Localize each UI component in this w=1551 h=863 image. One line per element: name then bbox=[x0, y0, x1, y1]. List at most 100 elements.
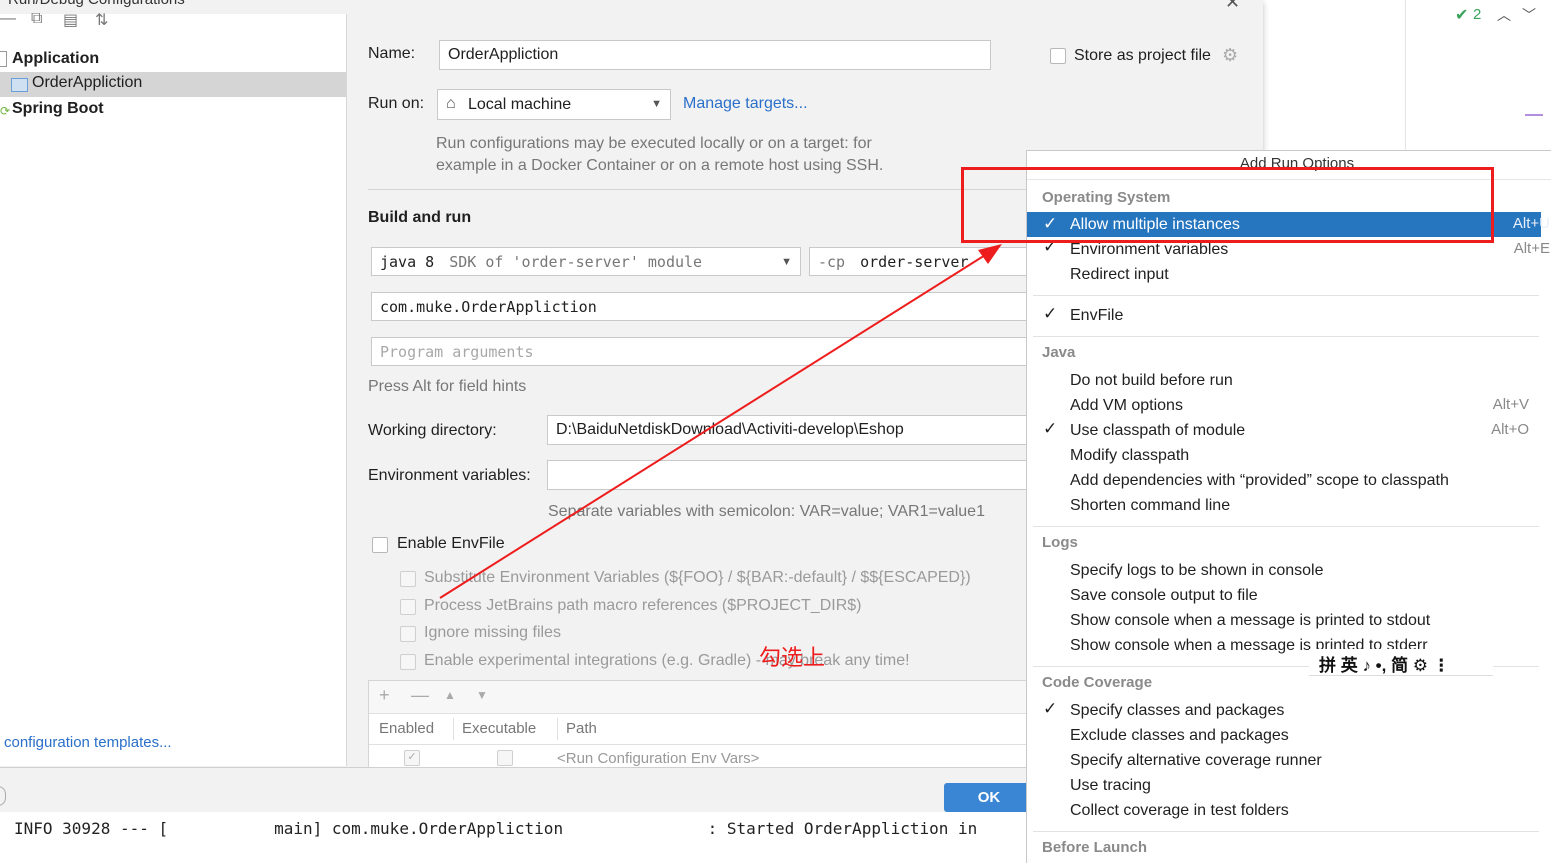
experimental-checkbox[interactable] bbox=[400, 654, 416, 670]
inspection-count: 2 bbox=[1473, 6, 1482, 23]
option-modify-classpath[interactable]: Modify classpath bbox=[1070, 443, 1189, 468]
option-use-classpath[interactable]: Use classpath of module bbox=[1070, 418, 1245, 443]
field-hints-text: Press Alt for field hints bbox=[368, 378, 527, 395]
check-icon: ✓ bbox=[1043, 699, 1058, 718]
option-shorten-command-line[interactable]: Shorten command line bbox=[1070, 493, 1230, 518]
build-and-run-heading: Build and run bbox=[368, 209, 472, 226]
enable-envfile-label: Enable EnvFile bbox=[397, 535, 505, 552]
remove-icon[interactable]: — bbox=[0, 10, 16, 28]
section-separator bbox=[1033, 336, 1539, 337]
manage-targets-link[interactable]: Manage targets... bbox=[683, 95, 808, 113]
tree-item-spring-boot[interactable]: Spring Boot bbox=[12, 97, 104, 121]
classpath-shortcut: Alt+O bbox=[1491, 421, 1529, 438]
section-logs: Logs bbox=[1042, 534, 1078, 551]
section-separator bbox=[1033, 831, 1539, 832]
highlight-box-annotation bbox=[961, 167, 1494, 243]
table-header: Enabled Executable Path bbox=[369, 713, 1049, 745]
cp-value: order-server bbox=[860, 253, 969, 271]
environment-variables-field[interactable] bbox=[547, 460, 1041, 490]
substitute-env-checkbox[interactable] bbox=[400, 571, 416, 587]
store-as-project-file-checkbox[interactable] bbox=[1050, 48, 1066, 64]
run-on-label: Run on: bbox=[368, 95, 425, 112]
classpath-select[interactable]: -cp order-server bbox=[809, 247, 1039, 276]
ok-button[interactable]: OK bbox=[944, 783, 1034, 812]
working-directory-field[interactable]: D:\BaiduNetdiskDownload\Activiti-develop… bbox=[547, 415, 1041, 445]
previous-highlight-icon[interactable]: ︿ bbox=[1497, 5, 1511, 25]
inspection-check-icon: ✔ bbox=[1455, 7, 1469, 24]
ignore-missing-checkbox[interactable] bbox=[400, 626, 416, 642]
option-use-tracing[interactable]: Use tracing bbox=[1070, 773, 1151, 798]
option-shortcut: Alt+E bbox=[1513, 240, 1550, 257]
enable-envfile-checkbox[interactable] bbox=[372, 537, 388, 553]
run-on-select[interactable]: ⌂ Local machine ▼ bbox=[437, 89, 671, 120]
chevron-down-icon: ▼ bbox=[651, 98, 662, 110]
option-shortcut: Alt+U bbox=[1512, 215, 1550, 232]
jdk-detail: SDK of 'order-server' module bbox=[449, 253, 703, 271]
section-divider bbox=[368, 189, 1048, 190]
gear-icon[interactable]: ⚙ bbox=[1222, 45, 1238, 66]
substitute-env-label: Substitute Environment Variables (${FOO}… bbox=[424, 569, 971, 586]
name-field[interactable]: OrderAppliction bbox=[439, 40, 991, 70]
name-label: Name: bbox=[368, 45, 416, 62]
move-up-icon[interactable]: ▲ bbox=[444, 688, 456, 702]
ignore-missing-label: Ignore missing files bbox=[424, 624, 561, 641]
program-arguments-field[interactable]: Program arguments bbox=[371, 337, 1041, 366]
configuration-tree-pane: — ⧉ ▤ ⇅ Application OrderAppliction ⟳ Sp… bbox=[0, 10, 347, 766]
column-path[interactable]: Path bbox=[566, 720, 597, 737]
move-down-icon[interactable]: ▼ bbox=[476, 688, 488, 702]
option-redirect-input[interactable]: Redirect input bbox=[1070, 262, 1169, 287]
tree-item-orderappliction-row[interactable]: OrderAppliction bbox=[0, 72, 346, 97]
path-macro-label: Process JetBrains path macro references … bbox=[424, 597, 862, 614]
column-executable[interactable]: Executable bbox=[462, 720, 536, 737]
option-specify-logs[interactable]: Specify logs to be shown in console bbox=[1070, 558, 1323, 583]
edit-configuration-templates-link[interactable]: configuration templates... bbox=[4, 734, 172, 751]
option-add-provided-deps[interactable]: Add dependencies with “provided” scope t… bbox=[1070, 468, 1449, 493]
path-macro-checkbox[interactable] bbox=[400, 599, 416, 615]
help-icon[interactable] bbox=[0, 786, 6, 806]
option-show-console-stdout[interactable]: Show console when a message is printed t… bbox=[1070, 608, 1430, 633]
ide-editor-area: ✔ 2 ︿ ﹀ bbox=[1263, 0, 1551, 150]
next-highlight-icon[interactable]: ﹀ bbox=[1522, 5, 1536, 25]
section-code-coverage: Code Coverage bbox=[1042, 674, 1153, 691]
option-exclude-classes[interactable]: Exclude classes and packages bbox=[1070, 723, 1289, 748]
option-specify-classes[interactable]: Specify classes and packages bbox=[1070, 698, 1284, 723]
run-on-hint-line-1: Run configurations may be executed local… bbox=[436, 135, 872, 152]
close-icon[interactable]: ✕ bbox=[1225, 0, 1240, 13]
sort-icon[interactable]: ⇅ bbox=[95, 10, 108, 30]
section-separator bbox=[1033, 295, 1539, 296]
chevron-down-icon: ▼ bbox=[781, 256, 792, 268]
application-config-icon bbox=[11, 78, 28, 92]
add-run-options-popup: Add Run Options Operating System ✓ Allow… bbox=[1026, 150, 1551, 863]
column-divider bbox=[453, 718, 454, 740]
environment-variables-label: Environment variables: bbox=[368, 467, 531, 484]
option-collect-coverage-tests[interactable]: Collect coverage in test folders bbox=[1070, 798, 1289, 823]
working-directory-label: Working directory: bbox=[368, 422, 497, 439]
section-java: Java bbox=[1042, 344, 1076, 361]
store-as-project-file-label: Store as project file bbox=[1074, 47, 1211, 64]
row-enabled-checkbox[interactable]: ✓ bbox=[404, 750, 420, 766]
new-folder-icon[interactable]: ▤ bbox=[63, 10, 78, 30]
tree-item-label: OrderAppliction bbox=[32, 74, 143, 91]
envfile-table: + — ▲ ▼ Enabled Executable Path ✓ <Run C… bbox=[368, 680, 1050, 772]
tree-item-application[interactable]: Application bbox=[12, 47, 99, 71]
main-class-field[interactable]: com.muke.OrderAppliction bbox=[371, 292, 1041, 321]
spring-boot-icon: ⟳ bbox=[0, 104, 11, 118]
option-add-vm-options[interactable]: Add VM options bbox=[1070, 393, 1183, 418]
option-alternative-runner[interactable]: Specify alternative coverage runner bbox=[1070, 748, 1322, 773]
ime-toolbar[interactable]: 拼 英 ♪ •, 简 ⚙ ⋮ bbox=[1309, 649, 1493, 676]
table-row[interactable]: ✓ <Run Configuration Env Vars> bbox=[369, 745, 1049, 769]
option-save-console-output[interactable]: Save console output to file bbox=[1070, 583, 1258, 608]
add-icon[interactable]: + bbox=[379, 685, 390, 706]
check-icon: ✓ bbox=[1043, 419, 1058, 438]
copy-icon[interactable]: ⧉ bbox=[31, 10, 42, 28]
row-executable-checkbox[interactable] bbox=[497, 750, 513, 766]
column-divider bbox=[557, 718, 558, 740]
experimental-label: Enable experimental integrations (e.g. G… bbox=[424, 652, 910, 669]
option-do-not-build[interactable]: Do not build before run bbox=[1070, 368, 1233, 393]
remove-icon[interactable]: — bbox=[411, 685, 429, 706]
tree-group-icon bbox=[0, 51, 7, 67]
option-envfile[interactable]: EnvFile bbox=[1070, 303, 1123, 328]
column-enabled[interactable]: Enabled bbox=[379, 720, 434, 737]
env-vars-hint: Separate variables with semicolon: VAR=v… bbox=[548, 503, 985, 520]
jdk-select[interactable]: java 8 SDK of 'order-server' module ▼ bbox=[371, 247, 801, 276]
